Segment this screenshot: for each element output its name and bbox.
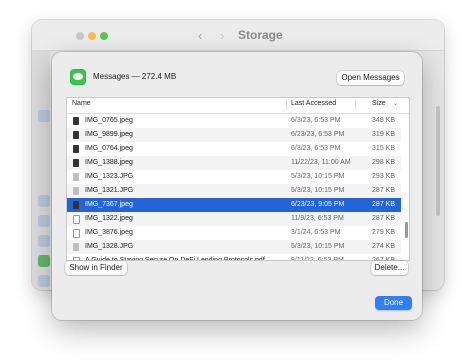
file-size: 298 KB [372,159,395,166]
sidebar-icon [38,255,50,267]
file-size: 319 KB [372,131,395,138]
last-accessed: 5/3/23, 10:15 PM [291,173,345,180]
file-size: 315 KB [372,145,395,152]
file-size: 279 KB [372,229,395,236]
file-size: 287 KB [372,215,395,222]
file-name: IMG_1321.JPG [85,187,134,194]
show-in-finder-button[interactable]: Show in Finder [65,261,127,275]
table-row[interactable]: IMG_1388.jpeg 11/22/23, 11:00 AM 298 KB [67,156,401,170]
file-name: IMG_0765.jpeg [85,117,133,124]
file-thumbnail-icon [73,145,79,153]
last-accessed: 6/3/23, 6:53 PM [291,145,341,152]
file-name: IMG_1322.jpeg [85,215,133,222]
file-name: IMG_1388.jpeg [85,159,133,166]
last-accessed: 8/11/22, 6:53 PM [291,257,344,261]
close-window-button[interactable] [76,32,84,40]
last-accessed: 3/1/24, 6:53 PM [291,229,341,236]
app-name-and-size: Messages — 272.4 MB [93,72,177,81]
table-row[interactable]: IMG_1323.JPG 5/3/23, 10:15 PM 293 KB [67,170,401,184]
file-size: 287 KB [372,201,395,208]
open-messages-button[interactable]: Open Messages [337,71,404,85]
file-size: 287 KB [372,187,395,194]
settings-sidebar [32,50,50,290]
window-title: Storage [238,28,283,42]
file-size: 274 KB [372,243,395,250]
table-row[interactable]: IMG_0765.jpeg 6/3/23, 6:53 PM 348 KB [67,114,401,128]
column-header-last-accessed[interactable]: Last Accessed [291,100,336,107]
file-name: IMG_1323.JPG [85,173,134,180]
minimize-window-button[interactable] [88,32,96,40]
table-row[interactable]: A Guide to Staying Secure On DeFi Lendin… [67,254,401,261]
table-row[interactable]: IMG_1321.JPG 5/3/23, 10:15 PM 287 KB [67,184,401,198]
app-storage-sheet: Messages — 272.4 MB Open Messages Name L… [52,52,422,320]
last-accessed: 11/22/23, 11:00 AM [291,159,351,166]
last-accessed: 5/3/23, 10:15 PM [291,187,345,194]
sidebar-icon [38,195,50,207]
table-row[interactable]: IMG_3876.jpeg 3/1/24, 6:53 PM 279 KB [67,226,401,240]
background-scrollbar[interactable] [436,106,440,216]
messages-app-icon [70,69,86,85]
last-accessed: 6/3/23, 6:53 PM [291,117,341,124]
file-name: IMG_3876.jpeg [85,229,133,236]
table-row[interactable]: IMG_0764.jpeg 6/3/23, 6:53 PM 315 KB [67,142,401,156]
column-header-size[interactable]: Size [372,100,386,107]
file-name: IMG_0764.jpeg [85,145,133,152]
file-name: IMG_9899.jpeg [85,131,133,138]
file-thumbnail-icon [73,117,79,125]
file-size: 293 KB [372,173,395,180]
zoom-window-button[interactable] [100,32,108,40]
last-accessed: 5/3/23, 10:15 PM [291,243,345,250]
sidebar-icon [38,215,50,227]
delete-button[interactable]: Delete... [371,261,408,275]
sidebar-icon [38,110,50,122]
file-thumbnail-icon [73,131,79,139]
table-row[interactable]: IMG_7367.jpeg 6/23/23, 9:05 PM 287 KB [67,198,401,212]
forward-chevron-icon[interactable]: › [220,28,224,43]
file-thumbnail-icon [73,187,79,195]
last-accessed: 6/23/23, 6:53 PM [291,131,345,138]
column-header-name[interactable]: Name [72,100,91,107]
last-accessed: 11/9/23, 6:53 PM [291,215,344,222]
file-name: IMG_7367.jpeg [85,201,133,208]
done-button[interactable]: Done [375,296,412,310]
file-thumbnail-icon [73,229,80,238]
window-titlebar: ‹ › Storage [32,20,444,51]
back-chevron-icon[interactable]: ‹ [198,28,202,43]
table-scrollbar[interactable] [405,222,408,238]
file-thumbnail-icon [73,201,79,209]
last-accessed: 6/23/23, 9:05 PM [291,201,345,208]
sidebar-icon [38,275,50,287]
table-header: Name Last Accessed Size ⌄ [67,98,409,114]
file-thumbnail-icon [73,215,80,224]
table-row[interactable]: IMG_1328.JPG 5/3/23, 10:15 PM 274 KB [67,240,401,254]
file-thumbnail-icon [73,159,79,167]
file-size: 348 KB [372,117,395,124]
sort-chevron-icon: ⌄ [393,101,399,107]
table-row[interactable]: IMG_9899.jpeg 6/23/23, 6:53 PM 319 KB [67,128,401,142]
file-name: IMG_1328.JPG [85,243,134,250]
file-thumbnail-icon [73,173,79,181]
file-thumbnail-icon [73,243,79,251]
sidebar-icon [38,235,50,247]
table-row[interactable]: IMG_1322.jpeg 11/9/23, 6:53 PM 287 KB [67,212,401,226]
files-table[interactable]: Name Last Accessed Size ⌄ IMG_0765.jpeg 6… [66,97,410,261]
table-rows: IMG_0765.jpeg 6/3/23, 6:53 PM 348 KB IMG_98… [67,114,409,261]
